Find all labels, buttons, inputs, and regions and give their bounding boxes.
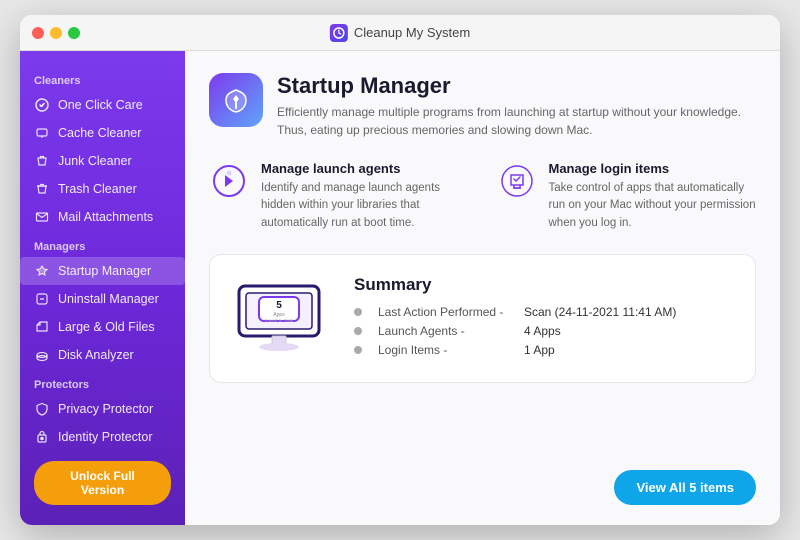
unlock-full-version-button[interactable]: Unlock Full Version xyxy=(34,461,171,505)
junk-cleaner-icon xyxy=(34,153,50,169)
app-icon xyxy=(330,24,348,42)
monitor-svg: 5 Apps Found In Total xyxy=(234,281,324,356)
sidebar-item-label: Privacy Protector xyxy=(58,402,153,416)
login-items-icon xyxy=(497,161,537,201)
sidebar-item-large-old-files[interactable]: Large & Old Files xyxy=(20,313,185,341)
svg-text:Found In Total: Found In Total xyxy=(265,318,293,323)
identity-protector-icon xyxy=(34,429,50,445)
login-items-text: Manage login items Take control of apps … xyxy=(549,161,757,232)
summary-data: Summary Last Action Performed - Scan (24… xyxy=(354,275,676,362)
uninstall-manager-icon xyxy=(34,291,50,307)
launch-agents-text: Manage launch agents Identify and manage… xyxy=(261,161,469,232)
dot-3 xyxy=(354,346,362,354)
summary-row-1: Last Action Performed - Scan (24-11-2021… xyxy=(354,305,676,319)
sidebar-item-junk-cleaner[interactable]: Junk Cleaner xyxy=(20,147,185,175)
titlebar-center: Cleanup My System xyxy=(330,24,470,42)
summary-row-2: Launch Agents - 4 Apps xyxy=(354,324,676,338)
summary-val-1: Scan (24-11-2021 11:41 AM) xyxy=(524,305,676,319)
protectors-section-label: Protectors xyxy=(20,369,185,395)
cleaners-section-label: Cleaners xyxy=(20,65,185,91)
sidebar-item-label: Cache Cleaner xyxy=(58,126,141,140)
page-header-text: Startup Manager Efficiently manage multi… xyxy=(277,73,756,139)
launch-agents-desc: Identify and manage launch agents hidden… xyxy=(261,180,469,232)
minimize-button[interactable] xyxy=(50,27,62,39)
maximize-button[interactable] xyxy=(68,27,80,39)
sidebar: Cleaners One Click Care Cache Cleaner Ju… xyxy=(20,51,185,525)
view-all-button[interactable]: View All 5 items xyxy=(614,470,756,505)
summary-val-2: 4 Apps xyxy=(524,324,561,338)
sidebar-item-uninstall-manager[interactable]: Uninstall Manager xyxy=(20,285,185,313)
startup-manager-icon xyxy=(34,263,50,279)
sidebar-item-one-click-care[interactable]: One Click Care xyxy=(20,91,185,119)
one-click-care-icon xyxy=(34,97,50,113)
sidebar-item-identity-protector[interactable]: Identity Protector xyxy=(20,423,185,451)
launch-agents-title: Manage launch agents xyxy=(261,161,469,176)
sidebar-bottom: Unlock Full Version xyxy=(20,451,185,515)
dot-2 xyxy=(354,327,362,335)
close-button[interactable] xyxy=(32,27,44,39)
sidebar-item-label: Uninstall Manager xyxy=(58,292,159,306)
sidebar-item-trash-cleaner[interactable]: Trash Cleaner xyxy=(20,175,185,203)
trash-cleaner-icon xyxy=(34,181,50,197)
privacy-protector-icon xyxy=(34,401,50,417)
page-description: Efficiently manage multiple programs fro… xyxy=(277,103,756,139)
sidebar-item-startup-manager[interactable]: Startup Manager xyxy=(20,257,185,285)
sidebar-item-mail-attachments[interactable]: Mail Attachments xyxy=(20,203,185,231)
summary-title: Summary xyxy=(354,275,676,295)
summary-key-3: Login Items - xyxy=(378,343,508,357)
sidebar-item-label: Junk Cleaner xyxy=(58,154,132,168)
sidebar-item-label: One Click Care xyxy=(58,98,143,112)
sidebar-item-disk-analyzer[interactable]: Disk Analyzer xyxy=(20,341,185,369)
summary-row-3: Login Items - 1 App xyxy=(354,343,676,357)
feature-cards: Manage launch agents Identify and manage… xyxy=(209,161,756,232)
startup-manager-feature-icon xyxy=(209,73,263,127)
managers-section-label: Managers xyxy=(20,231,185,257)
sidebar-item-cache-cleaner[interactable]: Cache Cleaner xyxy=(20,119,185,147)
sidebar-item-privacy-protector[interactable]: Privacy Protector xyxy=(20,395,185,423)
sidebar-item-label: Identity Protector xyxy=(58,430,153,444)
traffic-lights xyxy=(32,27,80,39)
main-window: Cleanup My System Cleaners One Click Car… xyxy=(20,15,780,525)
launch-agents-icon xyxy=(209,161,249,201)
large-old-files-icon xyxy=(34,319,50,335)
feature-card-launch-agents: Manage launch agents Identify and manage… xyxy=(209,161,469,232)
summary-visual: 5 Apps Found In Total xyxy=(234,281,324,356)
titlebar: Cleanup My System xyxy=(20,15,780,51)
summary-val-3: 1 App xyxy=(524,343,555,357)
dot-1 xyxy=(354,308,362,316)
page-title: Startup Manager xyxy=(277,73,756,99)
svg-text:5: 5 xyxy=(276,300,282,311)
main-panel: Startup Manager Efficiently manage multi… xyxy=(185,51,780,525)
summary-key-2: Launch Agents - xyxy=(378,324,508,338)
cache-cleaner-icon xyxy=(34,125,50,141)
app-body: Cleaners One Click Care Cache Cleaner Ju… xyxy=(20,51,780,525)
sidebar-item-label: Mail Attachments xyxy=(58,210,153,224)
sidebar-item-label: Startup Manager xyxy=(58,264,151,278)
feature-card-login-items: Manage login items Take control of apps … xyxy=(497,161,757,232)
sidebar-item-label: Disk Analyzer xyxy=(58,348,134,362)
bottom-actions: View All 5 items xyxy=(209,458,756,505)
page-header: Startup Manager Efficiently manage multi… xyxy=(209,73,756,139)
login-items-title: Manage login items xyxy=(549,161,757,176)
mail-attachments-icon xyxy=(34,209,50,225)
summary-card: 5 Apps Found In Total Summary Last Acti xyxy=(209,254,756,383)
sidebar-item-label: Trash Cleaner xyxy=(58,182,137,196)
sidebar-item-label: Large & Old Files xyxy=(58,320,155,334)
disk-analyzer-icon xyxy=(34,347,50,363)
app-title: Cleanup My System xyxy=(354,25,470,40)
summary-key-1: Last Action Performed - xyxy=(378,305,508,319)
login-items-desc: Take control of apps that automatically … xyxy=(549,180,757,232)
